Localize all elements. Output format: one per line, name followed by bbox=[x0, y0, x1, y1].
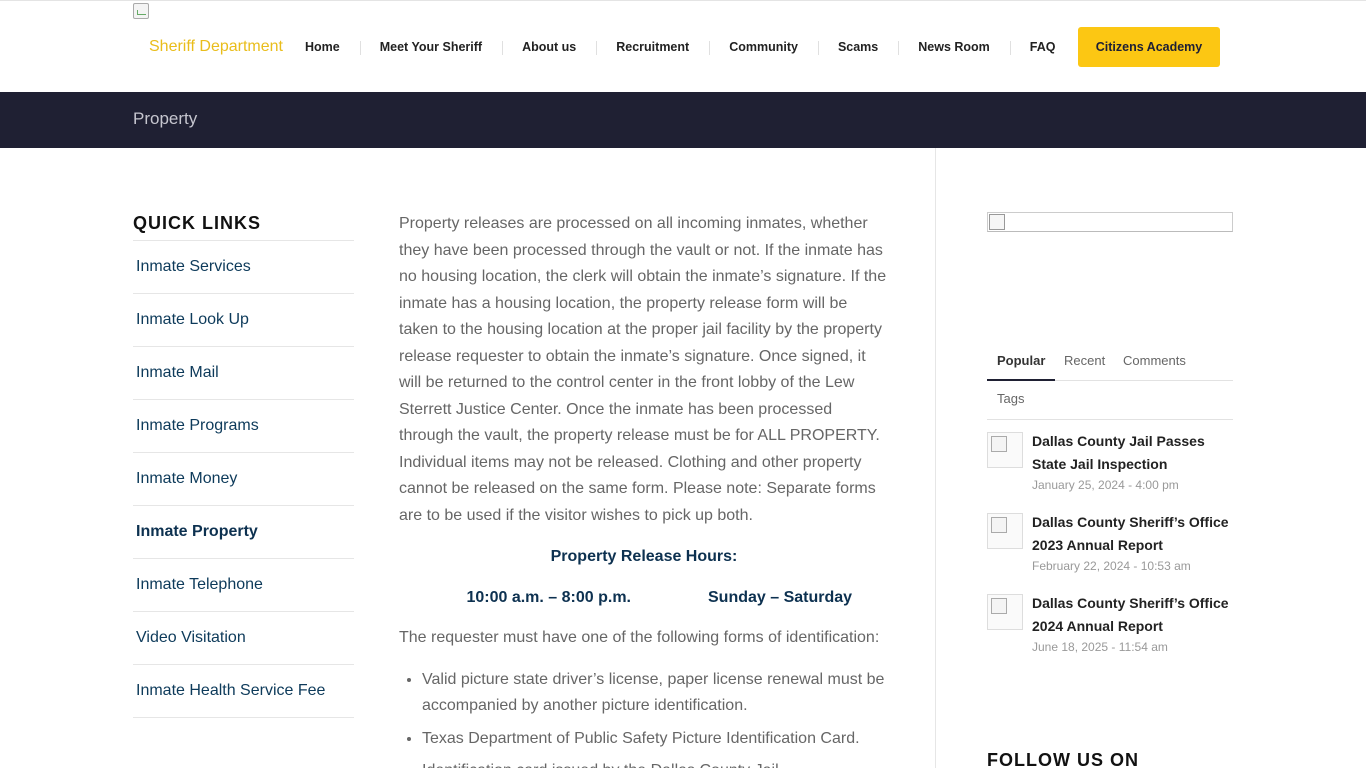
nav-community[interactable]: Community bbox=[709, 1, 818, 93]
post-thumbnail[interactable] bbox=[987, 594, 1023, 630]
tab-comments[interactable]: Comments bbox=[1123, 353, 1186, 368]
nav-scams[interactable]: Scams bbox=[817, 1, 898, 93]
nav-recruitment[interactable]: Recruitment bbox=[596, 1, 709, 93]
site-header: Sheriff Department Home Meet Your Sherif… bbox=[0, 0, 1366, 92]
quick-link-inmate-money[interactable]: Inmate Money bbox=[133, 453, 354, 506]
broken-image-icon bbox=[991, 517, 1007, 533]
logo-image-icon[interactable] bbox=[133, 3, 149, 19]
post-date: January 25, 2024 - 4:00 pm bbox=[1032, 478, 1179, 492]
quick-link-inmate-look-up[interactable]: Inmate Look Up bbox=[133, 294, 354, 347]
active-tab-indicator bbox=[987, 379, 1055, 381]
quick-link-inmate-property[interactable]: Inmate Property bbox=[133, 506, 354, 559]
page-title-bar: Property bbox=[0, 92, 1366, 148]
main-nav: Home Meet Your Sheriff About us Recruitm… bbox=[285, 1, 1076, 93]
list-item: Identification card issued by the Dallas… bbox=[422, 758, 889, 768]
quick-link-video-visitation[interactable]: Video Visitation bbox=[133, 612, 354, 665]
hours-row: 10:00 a.m. – 8:00 p.m. Sunday – Saturday bbox=[399, 585, 889, 612]
list-item: Texas Department of Public Safety Pictur… bbox=[422, 726, 889, 753]
quick-link-inmate-mail[interactable]: Inmate Mail bbox=[133, 347, 354, 400]
hours-time: 10:00 a.m. – 8:00 p.m. bbox=[466, 588, 631, 606]
quick-links-heading: QUICK LINKS bbox=[133, 213, 354, 241]
post-title[interactable]: Dallas County Sheriff’s Office 2024 Annu… bbox=[1032, 592, 1232, 638]
sidebar-banner-image[interactable] bbox=[987, 212, 1233, 232]
sidebar-tabs: Popular Recent Comments Tags bbox=[987, 342, 1233, 420]
quick-link-inmate-programs[interactable]: Inmate Programs bbox=[133, 400, 354, 453]
identification-requirement: The requester must have one of the follo… bbox=[399, 629, 880, 646]
list-item: Valid picture state driver’s license, pa… bbox=[422, 667, 889, 720]
broken-image-icon bbox=[989, 214, 1005, 230]
tab-divider bbox=[1055, 380, 1233, 381]
post-date: February 22, 2024 - 10:53 am bbox=[1032, 559, 1191, 573]
broken-image-icon bbox=[991, 436, 1007, 452]
column-divider bbox=[935, 148, 936, 768]
identification-list: Valid picture state driver’s license, pa… bbox=[399, 667, 889, 768]
post-title[interactable]: Dallas County Sheriff’s Office 2023 Annu… bbox=[1032, 511, 1232, 557]
nav-about-us[interactable]: About us bbox=[502, 1, 596, 93]
tab-recent[interactable]: Recent bbox=[1064, 353, 1105, 368]
post-thumbnail[interactable] bbox=[987, 432, 1023, 468]
nav-faq[interactable]: FAQ bbox=[1009, 1, 1076, 93]
post-thumbnail[interactable] bbox=[987, 513, 1023, 549]
hours-title: Property Release Hours: bbox=[550, 548, 738, 565]
nav-meet-your-sheriff[interactable]: Meet Your Sheriff bbox=[359, 1, 502, 93]
follow-us-heading: FOLLOW US ON bbox=[987, 750, 1139, 768]
logo-text[interactable]: Sheriff Department bbox=[149, 38, 283, 56]
quick-link-inmate-telephone[interactable]: Inmate Telephone bbox=[133, 559, 354, 612]
post-title[interactable]: Dallas County Jail Passes State Jail Ins… bbox=[1032, 430, 1232, 476]
nav-home[interactable]: Home bbox=[285, 1, 360, 93]
tab-popular[interactable]: Popular bbox=[997, 353, 1045, 368]
post-date: June 18, 2025 - 11:54 am bbox=[1032, 640, 1168, 654]
hours-days: Sunday – Saturday bbox=[708, 588, 853, 606]
broken-image-icon bbox=[991, 598, 1007, 614]
page-title: Property bbox=[133, 109, 198, 128]
main-content: Property releases are processed on all i… bbox=[399, 211, 889, 768]
quick-link-inmate-services[interactable]: Inmate Services bbox=[133, 241, 354, 294]
quick-link-inmate-health-service-fee[interactable]: Inmate Health Service Fee bbox=[133, 665, 354, 718]
citizens-academy-button[interactable]: Citizens Academy bbox=[1078, 27, 1220, 67]
quick-links: QUICK LINKS Inmate Services Inmate Look … bbox=[133, 213, 354, 718]
nav-news-room[interactable]: News Room bbox=[898, 1, 1010, 93]
tab-tags[interactable]: Tags bbox=[997, 391, 1024, 406]
property-intro-text: Property releases are processed on all i… bbox=[399, 215, 887, 524]
